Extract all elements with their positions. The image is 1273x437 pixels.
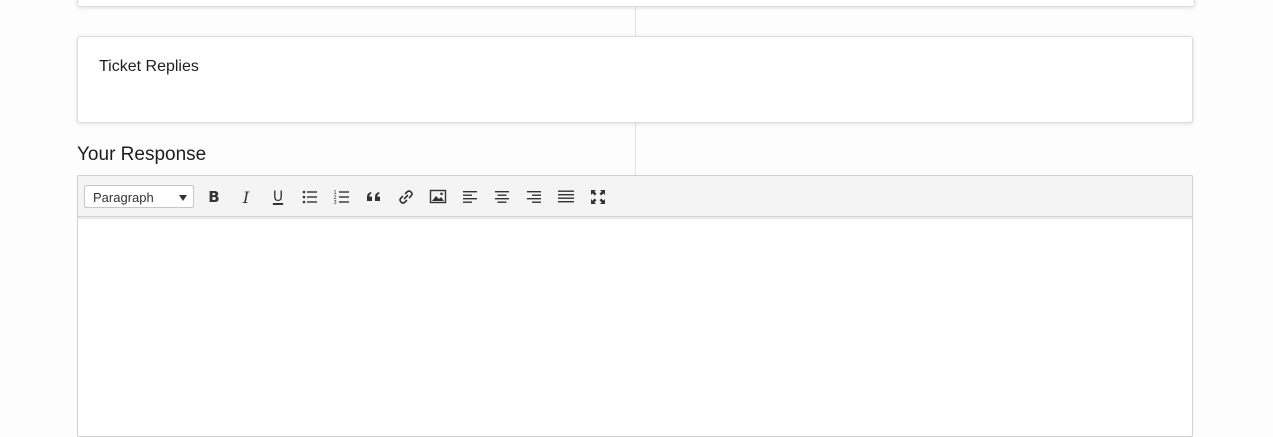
ticket-replies-title: Ticket Replies xyxy=(99,58,199,75)
italic-button[interactable]: I xyxy=(234,185,258,209)
bold-button[interactable]: B xyxy=(202,185,226,209)
align-center-button[interactable] xyxy=(490,185,514,209)
insert-image-button[interactable] xyxy=(426,185,450,209)
link-icon xyxy=(399,190,413,204)
caret-down-icon xyxy=(179,195,187,201)
editor-toolbar: Paragraph B I U 1 2 3 xyxy=(78,176,1192,219)
align-center-icon xyxy=(495,191,509,203)
justify-button[interactable] xyxy=(554,185,578,209)
bullet-list-icon xyxy=(302,190,317,204)
align-right-button[interactable] xyxy=(522,185,546,209)
align-left-button[interactable] xyxy=(458,185,482,209)
quote-icon xyxy=(367,192,380,201)
your-response-heading: Your Response xyxy=(77,144,207,165)
align-left-icon xyxy=(463,191,477,203)
previous-panel xyxy=(77,0,1195,7)
underline-button[interactable]: U xyxy=(266,185,290,209)
align-justify-icon xyxy=(558,190,574,203)
format-select-value: Paragraph xyxy=(93,190,154,205)
italic-icon: I xyxy=(242,187,250,207)
bold-icon: B xyxy=(208,188,220,206)
editor-content-area[interactable] xyxy=(78,219,1192,429)
rich-text-editor: Paragraph B I U 1 2 3 xyxy=(77,175,1193,437)
format-select[interactable]: Paragraph xyxy=(84,185,194,208)
fullscreen-button[interactable] xyxy=(586,185,610,209)
insert-link-button[interactable] xyxy=(394,185,418,209)
ticket-replies-panel: Ticket Replies xyxy=(77,36,1193,123)
align-right-icon xyxy=(527,191,541,203)
svg-text:3: 3 xyxy=(334,200,337,206)
underline-icon: U xyxy=(272,189,284,205)
image-icon xyxy=(429,189,447,204)
blockquote-button[interactable] xyxy=(362,185,386,209)
numbered-list-button[interactable]: 1 2 3 xyxy=(330,185,354,209)
fullscreen-icon xyxy=(591,190,605,204)
numbered-list-icon: 1 2 3 xyxy=(334,190,349,206)
bullet-list-button[interactable] xyxy=(298,185,322,209)
